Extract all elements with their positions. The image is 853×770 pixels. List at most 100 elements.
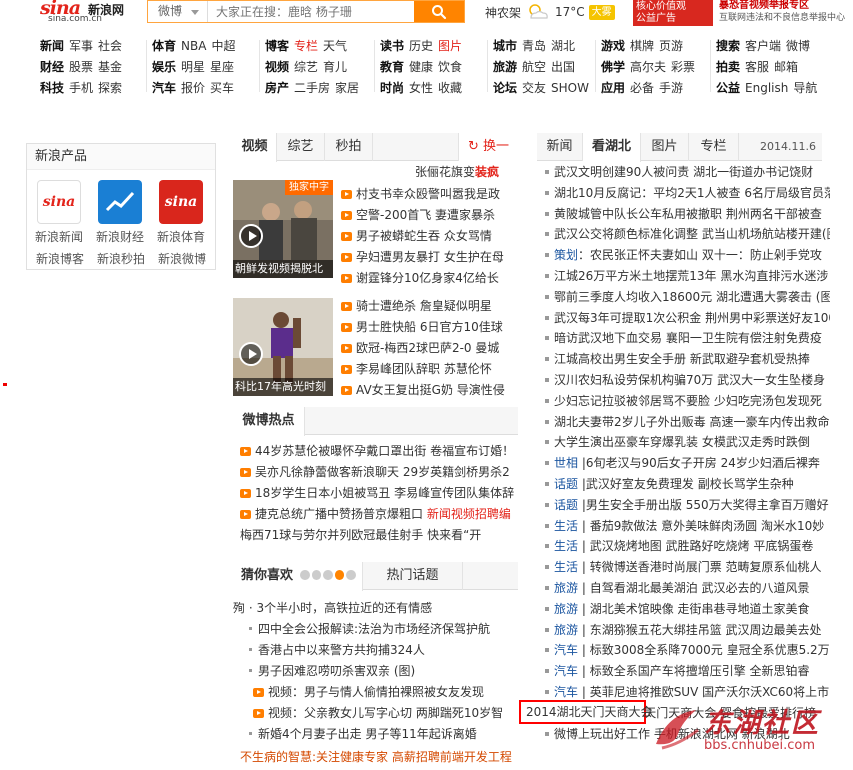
nav-link[interactable]: 出国 <box>551 60 575 74</box>
guess-item[interactable]: 男子因难忍唠叨杀害双亲 (图) <box>233 661 518 682</box>
nav-link[interactable]: 搜索 <box>716 39 740 53</box>
nav-link[interactable]: 客户端 <box>745 39 781 53</box>
nav-link[interactable]: 博客 <box>265 39 289 53</box>
hubei-news-item[interactable]: 武汉每3年可提取1次公积金 荆州男中彩票送好友100 <box>545 308 830 329</box>
hubei-news-item[interactable]: 江城高校出男生安全手册 新武取避孕套机受热捧 <box>545 349 830 370</box>
hubei-news-item[interactable]: 话题 |武汉好室友免费理发 副校长骂学生杂种 <box>545 474 830 495</box>
sina-logo[interactable]: sina 新浪网 sina.com.cn <box>40 0 132 24</box>
hubei-news-item[interactable]: 策划：农民张正怀夫妻如山 双十一：防止剁手党攻 <box>545 245 830 266</box>
nav-link[interactable]: 公益 <box>716 81 740 95</box>
hubei-news-item[interactable]: 鄂前三季度人均收入18600元 湖北遭遇大雾袭击 (图) <box>545 287 830 308</box>
tab-variety[interactable]: 综艺 <box>277 133 325 161</box>
nav-link[interactable]: 饮食 <box>438 60 462 74</box>
nav-link[interactable]: 星座 <box>210 60 234 74</box>
nav-link[interactable]: 科技 <box>40 81 64 95</box>
video-list-item[interactable]: 男子被蟒蛇生吞 众女骂情 <box>341 226 521 247</box>
pager-prev[interactable] <box>300 570 310 580</box>
hubei-news-item[interactable]: 世相 |6旬老汉与90后女子开房 24岁少妇酒后裸奔 <box>545 453 830 474</box>
guess-item[interactable]: 视频：男子与情人偷情拍裸照被女友发现 <box>233 682 518 703</box>
nav-link[interactable]: 房产 <box>265 81 289 95</box>
hubei-news-item[interactable]: 湖北10月反腐记：平均2天1人被查 6名厅局级官员落 <box>545 183 830 204</box>
nav-link[interactable]: 明星 <box>181 60 205 74</box>
highlight-callout[interactable]: 2014湖北天门天商大会 <box>519 700 653 724</box>
guess-item[interactable]: 殉 · 3个半小时，高铁拉近的还有情感 <box>233 598 518 619</box>
weibo-item[interactable]: 18岁学生日本小姐被骂丑 李易峰宣传团队集体辞 <box>240 483 525 504</box>
nav-link[interactable]: 天气 <box>323 39 347 53</box>
nav-link[interactable]: 股票 <box>69 60 93 74</box>
nav-link[interactable]: 军事 <box>69 39 93 53</box>
search-category-select[interactable]: 微博 <box>148 1 208 22</box>
hubei-news-item[interactable]: 生活 | 武汉烧烤地图 武胜路好吃烧烤 平底锅蛋卷 <box>545 536 830 557</box>
pager-next[interactable] <box>346 570 356 580</box>
tab-hot-topics[interactable]: 热门话题 <box>363 562 463 590</box>
nav-link[interactable]: 湖北 <box>551 39 575 53</box>
nav-link[interactable]: 探索 <box>98 81 122 95</box>
product-sina-finance[interactable]: 新浪财经 <box>92 180 148 245</box>
nav-link[interactable]: 论坛 <box>493 81 517 95</box>
nav-link[interactable]: 邮箱 <box>774 60 798 74</box>
video-list-item[interactable]: AV女王复出挺G奶 导演性侵 <box>341 380 521 401</box>
video-list-item[interactable]: 村支书幸众殴警叫嚣我是政 <box>341 184 521 205</box>
tab-miaopai[interactable]: 秒拍 <box>325 133 373 161</box>
tab-hubei[interactable]: 看湖北 <box>583 133 641 162</box>
nav-link[interactable]: 综艺 <box>294 60 318 74</box>
refresh-button[interactable]: ↻ 换一 <box>458 133 518 161</box>
top-ad-report[interactable]: 暴恐音视频举报专区 互联网违法和不良信息举报中心 <box>719 0 853 26</box>
nav-link[interactable]: 手机 <box>69 81 93 95</box>
nav-link[interactable]: 读书 <box>380 39 404 53</box>
pager-dot[interactable] <box>311 570 322 580</box>
video-thumbnail[interactable]: 科比17年高光时刻 <box>233 298 333 396</box>
product-link-miaopai[interactable]: 新浪秒拍 <box>97 250 145 267</box>
nav-link[interactable]: 教育 <box>380 60 404 74</box>
video-list-item[interactable]: 欧冠-梅西2球巴萨2-0 曼城 <box>341 338 521 359</box>
nav-link[interactable]: 财经 <box>40 60 64 74</box>
hubei-news-item[interactable]: 江城26万平方米土地摆荒13年 黑水沟直排污水迷涉 <box>545 266 830 287</box>
nav-link[interactable]: 页游 <box>659 39 683 53</box>
hubei-news-item[interactable]: 少妇忘记拉驳被邻居骂不要脸 少妇吃完汤包发现死 <box>545 391 830 412</box>
hubei-news-item[interactable]: 汽车 | 标致全系国产车将擅增压引擎 全新思铂睿 <box>545 661 830 682</box>
nav-link[interactable]: 报价 <box>181 81 205 95</box>
nav-link[interactable]: 手游 <box>659 81 683 95</box>
video-headline[interactable]: 张俪花旗变装疯 <box>415 163 515 180</box>
nav-link[interactable]: 导航 <box>793 81 817 95</box>
tab-column[interactable]: 专栏 <box>689 133 739 161</box>
nav-link[interactable]: 图片 <box>438 39 462 53</box>
nav-link[interactable]: 佛学 <box>601 60 625 74</box>
nav-link[interactable]: 收藏 <box>438 81 462 95</box>
weibo-item[interactable]: 44岁苏慧伦被曝怀孕戴口罩出街 卷福宣布订婚！ <box>240 441 525 462</box>
hubei-news-item[interactable]: 生活 | 转微博送香港时尚展门票 范畴复原系仙桃人 <box>545 557 830 578</box>
video-thumbnail[interactable]: 独家中字 朝鲜发视频揭脱北 <box>233 180 333 278</box>
nav-link[interactable]: 社会 <box>98 39 122 53</box>
tab-video[interactable]: 视频 <box>233 133 277 162</box>
video-list-item[interactable]: 男士胜快船 6日官方10佳球 <box>341 317 521 338</box>
tab-pictures[interactable]: 图片 <box>641 133 689 161</box>
pager-dot[interactable] <box>323 570 333 580</box>
hubei-news-item[interactable]: 黄陂城管中队长公车私用被撤职 荆州两名干部被查 <box>545 204 830 225</box>
nav-link[interactable]: 中超 <box>211 39 235 53</box>
nav-link[interactable]: 微博 <box>786 39 810 53</box>
weibo-item[interactable]: 捷克总统广播中赞扬普京爆粗口 新闻视频招聘编 <box>240 504 525 525</box>
video-list-item[interactable]: 空警-200首飞 妻遭家暴杀 <box>341 205 521 226</box>
hubei-news-item[interactable]: 汽车 | 标致3008全系降7000元 皇冠全系优惠5.2万 <box>545 640 830 661</box>
video-list-item[interactable]: 李易峰团队辞职 苏慧伦怀 <box>341 359 521 380</box>
hubei-news-item[interactable]: 旅游 | 自驾看湖北最美湖泊 武汉必去的八道风景 <box>545 578 830 599</box>
nav-link[interactable]: 专栏 <box>294 39 318 53</box>
nav-link[interactable]: 新闻 <box>40 39 64 53</box>
nav-link[interactable]: 家居 <box>335 81 359 95</box>
tab-news[interactable]: 新闻 <box>537 133 583 161</box>
video-list-item[interactable]: 谢霆锋分10亿身家4亿给长 <box>341 268 521 289</box>
nav-link[interactable]: 客服 <box>745 60 769 74</box>
guess-item[interactable]: 新婚4个月妻子出走 男子等11年起诉离婚 <box>233 724 518 745</box>
product-sina-news[interactable]: sina 新浪新闻 <box>31 180 87 245</box>
nav-link[interactable]: 交友 <box>522 81 546 95</box>
nav-link[interactable]: 买车 <box>210 81 234 95</box>
nav-link[interactable]: 棋牌 <box>630 39 654 53</box>
nav-link[interactable]: 二手房 <box>294 81 330 95</box>
bottom-ad-text[interactable]: 不生病的智慧:关注健康专家 高薪招聘前端开发工程 <box>240 748 520 766</box>
product-link-weibo[interactable]: 新浪微博 <box>158 250 206 267</box>
nav-link[interactable]: 彩票 <box>671 60 695 74</box>
hubei-news-item[interactable]: 大学生演出巫豪车穿爆乳装 女模武汉走秀时跌倒 <box>545 432 830 453</box>
search-input[interactable] <box>208 1 414 22</box>
weibo-item[interactable]: 梅西71球与劳尔并列欧冠最佳射手 快来看“开 <box>240 525 525 546</box>
guess-item[interactable]: 视频：父亲教女儿写字心切 两脚踹死10岁智 <box>233 703 518 724</box>
